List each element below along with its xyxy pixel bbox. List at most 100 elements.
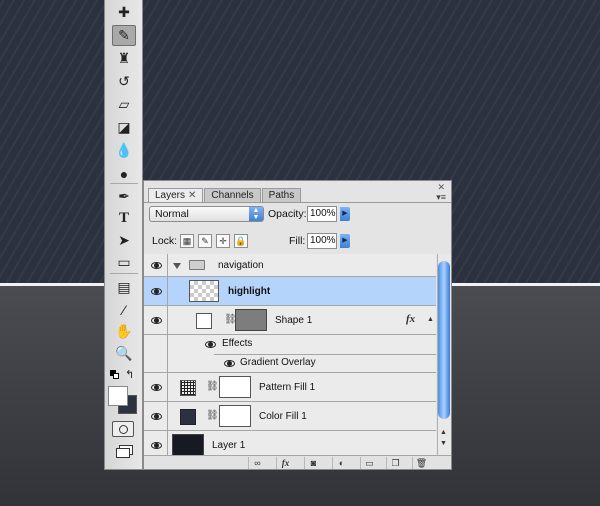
visibility-cell <box>144 335 168 354</box>
layers-bottom-toolbar: ∞ fx ◙ ◐ ▭ ❐ 🗑 <box>144 455 451 469</box>
clone-stamp-icon[interactable]: ♜ <box>112 48 136 69</box>
visibility-cell[interactable] <box>144 254 168 276</box>
layer-name: Color Fill 1 <box>259 411 307 422</box>
visibility-cell[interactable] <box>144 277 168 305</box>
tab-layers[interactable]: Layers ✕ <box>148 188 204 203</box>
layer-thumbnail <box>189 280 219 302</box>
effects-row[interactable]: Effects <box>144 335 436 354</box>
layer-row-pattern-fill-1[interactable]: ⛓ Pattern Fill 1 <box>144 373 436 402</box>
layer-thumbnail <box>196 313 212 329</box>
dodge-icon[interactable]: ● <box>112 163 136 184</box>
foreground-color-swatch[interactable] <box>108 386 128 406</box>
vector-mask-thumbnail <box>235 309 267 331</box>
scroll-down-icon[interactable]: ▼ <box>440 440 447 447</box>
lock-label: Lock: <box>152 235 178 247</box>
collapse-effects-icon[interactable]: ▲ <box>427 316 434 323</box>
effect-name: Gradient Overlay <box>240 357 316 368</box>
layer-name: Shape 1 <box>275 315 313 326</box>
panel-tabs: Layers ✕ Channels Paths <box>148 188 302 203</box>
quick-mask-icon[interactable] <box>112 421 134 437</box>
eye-icon[interactable] <box>151 288 162 295</box>
eye-icon[interactable] <box>151 413 162 420</box>
paint-bucket-icon[interactable]: ◪ <box>112 117 136 138</box>
visibility-cell[interactable] <box>144 431 168 455</box>
layer-name: Layer 1 <box>212 440 246 451</box>
rectangle-tool-icon[interactable]: ▭ <box>112 252 136 273</box>
effect-row-gradient-overlay[interactable]: Gradient Overlay <box>144 354 436 373</box>
link-chain-icon[interactable]: ⛓ <box>206 381 219 392</box>
color-fill-thumbnail <box>180 409 196 425</box>
tab-channels[interactable]: Channels <box>204 188 261 203</box>
add-mask-icon[interactable]: ◙ <box>304 457 322 469</box>
eye-icon[interactable] <box>151 262 162 269</box>
default-colors-icon[interactable] <box>110 370 119 379</box>
opacity-slider-arrow-icon[interactable]: ▶ <box>340 207 350 221</box>
tool-separator <box>110 183 138 184</box>
tab-close-icon[interactable]: ✕ <box>188 190 196 201</box>
expand-triangle-icon[interactable] <box>173 263 181 269</box>
new-layer-icon[interactable]: ❐ <box>386 457 404 469</box>
effect-divider <box>214 354 436 355</box>
lock-transparent-icon[interactable]: ▦ <box>180 234 194 248</box>
fx-badge-icon[interactable]: fx <box>406 313 415 325</box>
add-layer-style-button[interactable]: fx <box>276 457 294 469</box>
screen-mode-icon[interactable] <box>112 445 134 461</box>
history-brush-icon[interactable]: ↺ <box>112 71 136 92</box>
visibility-cell[interactable] <box>144 402 168 430</box>
tab-paths[interactable]: Paths <box>261 188 302 203</box>
scroll-up-icon[interactable]: ▲ <box>440 429 447 436</box>
brush-icon[interactable]: ✎ <box>112 25 136 46</box>
swap-colors-icon[interactable]: ↰ <box>125 368 134 381</box>
lock-position-icon[interactable]: ✛ <box>216 234 230 248</box>
visibility-cell[interactable] <box>144 373 168 401</box>
blur-icon[interactable]: 💧 <box>112 140 136 161</box>
type-tool-icon[interactable]: T <box>112 208 136 229</box>
layer-row-navigation[interactable]: navigation <box>144 254 436 277</box>
delete-layer-icon[interactable]: 🗑 <box>412 457 430 469</box>
path-selection-icon[interactable]: ➤ <box>112 230 136 251</box>
layer-row-color-fill-1[interactable]: ⛓ Color Fill 1 <box>144 402 436 431</box>
eyedropper-icon[interactable]: ⁄ <box>112 299 136 320</box>
layer-thumbnail <box>172 434 204 455</box>
hand-icon[interactable]: ✋ <box>112 321 136 342</box>
layer-mask-thumbnail <box>219 405 251 427</box>
eye-icon[interactable] <box>151 317 162 324</box>
layer-row-layer-1[interactable]: Layer 1 <box>144 431 436 455</box>
layer-row-shape-1[interactable]: ⛓ Shape 1 fx ▲ <box>144 306 436 335</box>
eye-icon[interactable] <box>205 341 216 348</box>
fill-slider-arrow-icon[interactable]: ▶ <box>340 234 350 248</box>
tabs-divider <box>144 202 451 203</box>
layers-list: navigation highlight ⛓ Shape 1 fx ▲ Effe… <box>144 254 436 455</box>
notes-icon[interactable]: ▤ <box>112 277 136 298</box>
layer-name: Pattern Fill 1 <box>259 382 316 393</box>
link-chain-icon[interactable]: ⛓ <box>206 410 219 421</box>
layer-name: navigation <box>218 260 264 271</box>
lock-image-icon[interactable]: ✎ <box>198 234 212 248</box>
new-group-icon[interactable]: ▭ <box>360 457 378 469</box>
effects-label: Effects <box>222 338 253 349</box>
pen-icon[interactable]: ✒ <box>112 186 136 207</box>
adjustment-layer-icon[interactable]: ◐ <box>332 457 350 469</box>
blend-mode-arrows-icon: ▲ ▼ <box>249 207 263 221</box>
eye-icon[interactable] <box>224 360 235 367</box>
layers-panel: ✕ Layers ✕ Channels Paths ▾≡ Normal ▲ ▼ Op… <box>143 180 452 470</box>
blend-mode-select[interactable]: Normal ▲ ▼ <box>149 206 264 222</box>
fill-input[interactable]: 100% <box>307 233 337 249</box>
layer-name: highlight <box>228 286 271 297</box>
pattern-fill-thumbnail <box>180 380 196 396</box>
tool-separator <box>110 273 138 274</box>
eraser-icon[interactable]: ▱ <box>112 94 136 115</box>
eye-icon[interactable] <box>151 384 162 391</box>
lock-all-icon[interactable]: 🔒 <box>234 234 248 248</box>
healing-brush-icon[interactable]: ✚ <box>112 2 136 23</box>
opacity-input[interactable]: 100% <box>307 206 337 222</box>
zoom-icon[interactable]: 🔍 <box>112 343 136 364</box>
eye-icon[interactable] <box>151 442 162 449</box>
layer-row-highlight[interactable]: highlight <box>144 277 436 306</box>
visibility-cell[interactable] <box>144 306 168 334</box>
layer-mask-thumbnail <box>219 376 251 398</box>
layers-scrollbar-thumb[interactable] <box>438 261 450 419</box>
visibility-cell <box>144 354 168 372</box>
fill-label: Fill: <box>289 235 306 247</box>
link-layers-icon[interactable]: ∞ <box>248 457 266 469</box>
